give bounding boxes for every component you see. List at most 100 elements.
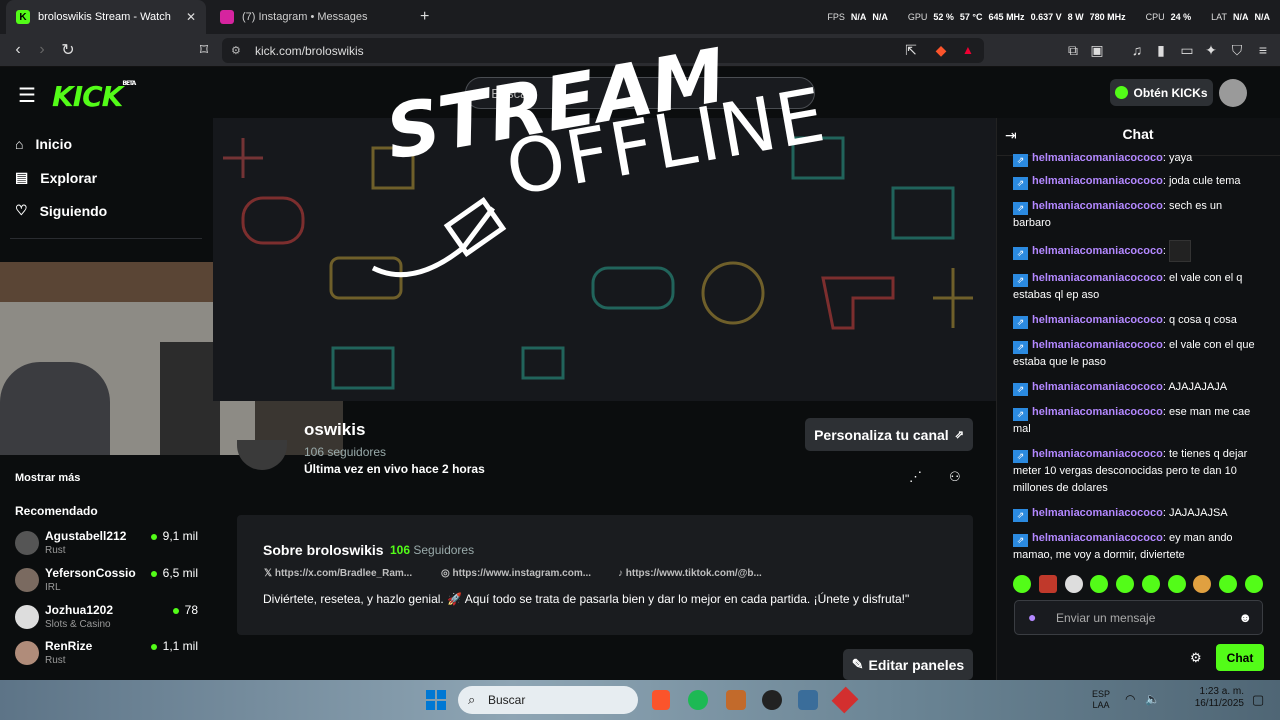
forward-icon[interactable]: › — [32, 40, 52, 60]
chat-message: ⇗ helmaniacomaniacococo: ey man ando mama… — [1013, 532, 1233, 561]
compass-icon: ▤ — [15, 169, 29, 185]
emote-icon[interactable] — [1090, 575, 1109, 593]
tab-instagram[interactable]: (7) Instagram • Messages — [210, 0, 410, 34]
extensions-icon[interactable]: ⧉ — [1064, 42, 1082, 58]
vpn-icon[interactable]: ⛉ — [1228, 42, 1246, 58]
tab-kick[interactable]: K broloswikis Stream - Watch Live ✕ — [6, 0, 206, 34]
x-icon: 𝕏 — [264, 568, 275, 579]
chat-message: ⇗ helmaniacomaniacococo: AJAJAJAJA — [1013, 379, 1261, 396]
bookmark-icon[interactable]: ⌑ — [194, 40, 214, 60]
about-followers: 106 Seguidores — [390, 543, 475, 557]
microphone-icon[interactable]: ● — [1028, 609, 1036, 625]
clock[interactable]: 1:23 a. m. 16/11/2025 — [1195, 686, 1244, 710]
chat-message: ⇗ helmaniacomaniacococo: el vale con el q… — [1013, 339, 1255, 368]
emote-icon[interactable] — [1193, 575, 1212, 593]
sidebar-item-siguiendo[interactable]: ♡ Siguiendo — [15, 202, 107, 219]
tab-title: (7) Instagram • Messages — [242, 11, 368, 23]
viewer-count: 9,1 mil — [151, 529, 198, 543]
sidebar-divider — [10, 238, 202, 239]
reload-icon[interactable]: ↻ — [58, 40, 78, 60]
last-live-text: Última vez en vivo hace 2 horas — [304, 462, 485, 476]
sidebar-toggle-icon[interactable]: ▮ — [1152, 42, 1170, 58]
heart-icon: ♡ — [15, 202, 28, 218]
share-icon[interactable]: ⇱ — [902, 42, 920, 58]
recommended-channel[interactable]: RenRize Rust 1,1 mil — [15, 639, 205, 673]
sub-badge-icon: ⇗ — [1013, 383, 1028, 396]
show-more-link[interactable]: Mostrar más — [15, 472, 80, 484]
screenshot-icon[interactable]: ▣ — [1088, 42, 1106, 58]
follower-count: 106 seguidores — [304, 445, 387, 459]
recommended-channel[interactable]: YefersonCossio IRL 6,5 mil — [15, 566, 205, 600]
kick-logo[interactable]: KICKBETA — [52, 80, 136, 113]
share-icon[interactable]: ⋰ — [909, 469, 922, 485]
customize-channel-button[interactable]: Personaliza tu canal ⇗ — [805, 418, 973, 451]
wallet-icon[interactable]: ▭ — [1178, 42, 1196, 58]
chat-message: ⇗ helmaniacomaniacococo: el vale con el q… — [1013, 272, 1243, 301]
close-icon[interactable]: ✕ — [186, 10, 196, 24]
chat-message: ⇗ helmaniacomaniacococo: q cosa q cosa — [1013, 312, 1261, 329]
menu-icon[interactable]: ≡ — [1254, 42, 1272, 58]
windows-start-icon[interactable] — [426, 690, 446, 710]
brave-shield-icon[interactable]: ◆ — [932, 42, 950, 58]
language-indicator[interactable]: ESP LAA — [1092, 689, 1110, 711]
send-chat-button[interactable]: Chat — [1216, 644, 1264, 671]
sidebar-item-inicio[interactable]: ⌂ Inicio — [15, 136, 72, 152]
sub-badge-icon: ⇗ — [1013, 341, 1028, 354]
emote-icon[interactable] — [1167, 575, 1186, 593]
taskbar-search[interactable]: ⌕ Buscar — [458, 686, 638, 714]
recommended-channel[interactable]: Agustabell212 Rust 9,1 mil — [15, 529, 205, 563]
leo-ai-icon[interactable]: ✦ — [1202, 42, 1220, 58]
settings-taskbar-icon[interactable] — [798, 690, 818, 710]
emote-icon[interactable] — [1116, 575, 1135, 593]
viewer-count: 78 — [173, 603, 198, 617]
sub-badge-icon: ⇗ — [1013, 316, 1028, 329]
emoji-picker-icon[interactable]: ☻ — [1238, 610, 1252, 625]
wifi-icon[interactable]: ◠ — [1125, 692, 1135, 706]
obs-taskbar-icon[interactable] — [762, 690, 782, 710]
chat-message-input[interactable]: ● Enviar un mensaje ☻ — [1014, 600, 1263, 635]
edit-panels-button[interactable]: ✎ Editar paneles — [843, 649, 973, 680]
follow-icon[interactable]: ⚇ — [949, 469, 961, 485]
emote-icon[interactable] — [1038, 575, 1057, 593]
windows-taskbar — [0, 680, 1280, 720]
music-icon[interactable]: ♫ — [1128, 42, 1146, 58]
chat-messages: ⇗ helmaniacomaniacococo: yaya ⇗ helmaniaco… — [1013, 150, 1261, 572]
notification-icon[interactable]: ▢ — [1252, 692, 1264, 708]
recommended-title: Recomendado — [15, 504, 98, 518]
chat-message: ⇗ helmaniacomaniacococo: ese man me cae m… — [1013, 406, 1251, 435]
social-link-tiktok[interactable]: ♪ https://www.tiktok.com/@b... — [618, 568, 762, 579]
get-kicks-button[interactable]: Obtén KICKs — [1110, 79, 1213, 106]
hamburger-menu-icon[interactable]: ☰ — [18, 83, 36, 108]
chat-settings-icon[interactable]: ⚙ — [1190, 650, 1202, 666]
avatar — [15, 531, 39, 555]
channel-avatar[interactable] — [237, 440, 287, 470]
sub-badge-icon: ⇗ — [1013, 177, 1028, 190]
site-settings-icon[interactable]: ⚙ — [231, 44, 241, 57]
viewer-count: 6,5 mil — [151, 566, 198, 580]
emote-icon[interactable] — [1013, 575, 1031, 593]
spotify-taskbar-icon[interactable] — [688, 690, 708, 710]
emote-icon[interactable] — [1244, 575, 1263, 593]
chat-title: Chat — [1122, 126, 1154, 142]
recommended-channel[interactable]: Jozhua1202 Slots & Casino 78 — [15, 603, 205, 637]
emote-icon[interactable] — [1141, 575, 1160, 593]
emote-icon[interactable] — [1064, 575, 1083, 593]
brave-rewards-icon[interactable]: ▲ — [959, 42, 977, 58]
kicks-coin-icon — [1115, 86, 1129, 99]
sidebar-item-explorar[interactable]: ▤ Explorar — [15, 169, 97, 186]
avatar — [15, 568, 39, 592]
sub-badge-icon: ⇗ — [1013, 534, 1028, 547]
url-text: kick.com/broloswikis — [255, 43, 364, 58]
volume-icon[interactable]: 🔈 — [1145, 692, 1160, 706]
new-tab-button[interactable]: + — [420, 8, 429, 26]
instagram-favicon-icon — [220, 10, 234, 24]
social-link-x[interactable]: 𝕏 https://x.com/Bradlee_Ram... — [264, 568, 412, 579]
chat-message: ⇗ helmaniacomaniacococo: JAJAJAJSA — [1013, 505, 1261, 522]
user-avatar[interactable] — [1219, 79, 1247, 107]
avatar — [15, 641, 39, 665]
brave-taskbar-icon[interactable] — [652, 690, 670, 710]
social-link-instagram[interactable]: ◎ https://www.instagram.com... — [441, 568, 591, 579]
back-icon[interactable]: ‹ — [8, 40, 28, 60]
emote-icon[interactable] — [1219, 575, 1238, 593]
app-taskbar-icon[interactable] — [726, 690, 746, 710]
